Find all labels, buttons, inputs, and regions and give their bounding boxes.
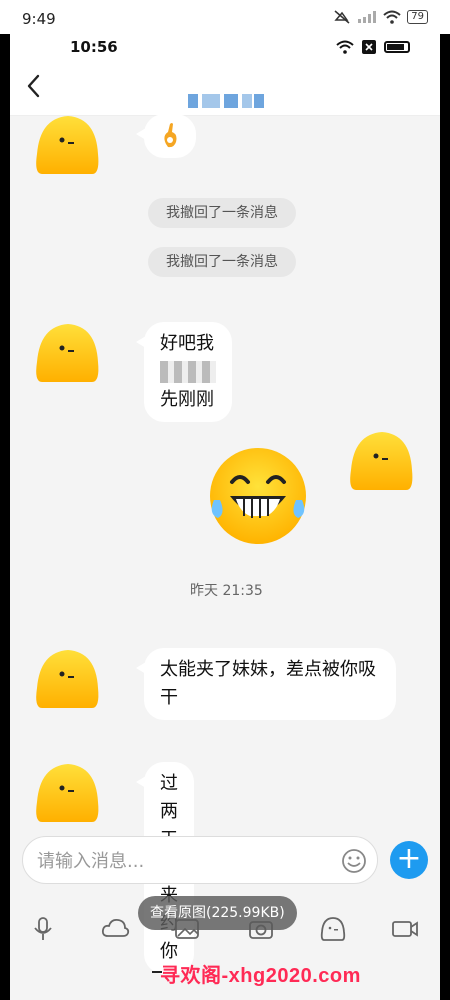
plus-button[interactable]: + xyxy=(390,841,428,879)
battery-level: 79 xyxy=(407,10,428,24)
avatar-self[interactable] xyxy=(348,430,416,492)
view-original-toast[interactable]: 查看原图(225.99KB) xyxy=(138,896,297,930)
message-text: 好吧我 xyxy=(160,333,214,354)
ok-hand-icon xyxy=(164,123,177,148)
contact-name-obscured xyxy=(188,94,264,108)
mic-icon[interactable] xyxy=(28,914,58,944)
wifi-icon xyxy=(383,10,401,24)
inner-status-icons xyxy=(336,40,410,54)
avatar[interactable] xyxy=(34,648,102,710)
smiley-icon[interactable] xyxy=(341,848,367,874)
message-input-bar xyxy=(22,836,378,884)
notification-x-icon xyxy=(362,40,376,54)
wifi-icon xyxy=(336,40,354,54)
avatar[interactable] xyxy=(34,114,102,176)
plus-icon: + xyxy=(396,841,422,876)
timestamp: 昨天 21:35 xyxy=(190,583,263,599)
signal-icon xyxy=(358,11,377,23)
back-arrow-icon[interactable] xyxy=(22,72,46,100)
outer-status-bar: 9:49 79 xyxy=(0,0,450,34)
message-bubble[interactable]: 好吧我先刚刚 xyxy=(136,322,232,422)
message-text: 太能夹了妹妹，差点被你吸干 xyxy=(160,659,376,708)
message-bubble[interactable] xyxy=(136,114,196,158)
laughing-tears-emoji-icon[interactable] xyxy=(206,444,310,548)
redacted-block xyxy=(160,361,216,383)
system-message: 我撤回了一条消息 xyxy=(148,198,296,228)
chat-header xyxy=(10,60,440,116)
message-bubble[interactable]: 太能夹了妹妹，差点被你吸干 xyxy=(136,648,396,720)
cloud-icon[interactable] xyxy=(100,914,130,944)
mute-icon xyxy=(334,10,350,24)
gif-icon[interactable] xyxy=(390,914,420,944)
outer-clock: 9:49 xyxy=(22,10,56,28)
outer-status-icons: 79 xyxy=(333,10,428,24)
system-message: 我撤回了一条消息 xyxy=(148,247,296,277)
message-text: 先刚刚 xyxy=(160,389,214,410)
chat-screen: 10:56 我撤回了一条消息 我撤回了一条消息 好吧我先刚刚 昨天 21:35 … xyxy=(10,34,440,1000)
message-input[interactable] xyxy=(37,845,327,877)
avatar[interactable] xyxy=(34,322,102,384)
inner-clock: 10:56 xyxy=(70,38,118,56)
site-watermark: 寻欢阁-xhg2020.com xyxy=(152,959,361,988)
avatar[interactable] xyxy=(34,762,102,824)
inner-status-bar: 10:56 xyxy=(10,34,440,60)
battery-icon xyxy=(384,41,410,53)
emoji-sticker-icon[interactable] xyxy=(318,914,348,944)
